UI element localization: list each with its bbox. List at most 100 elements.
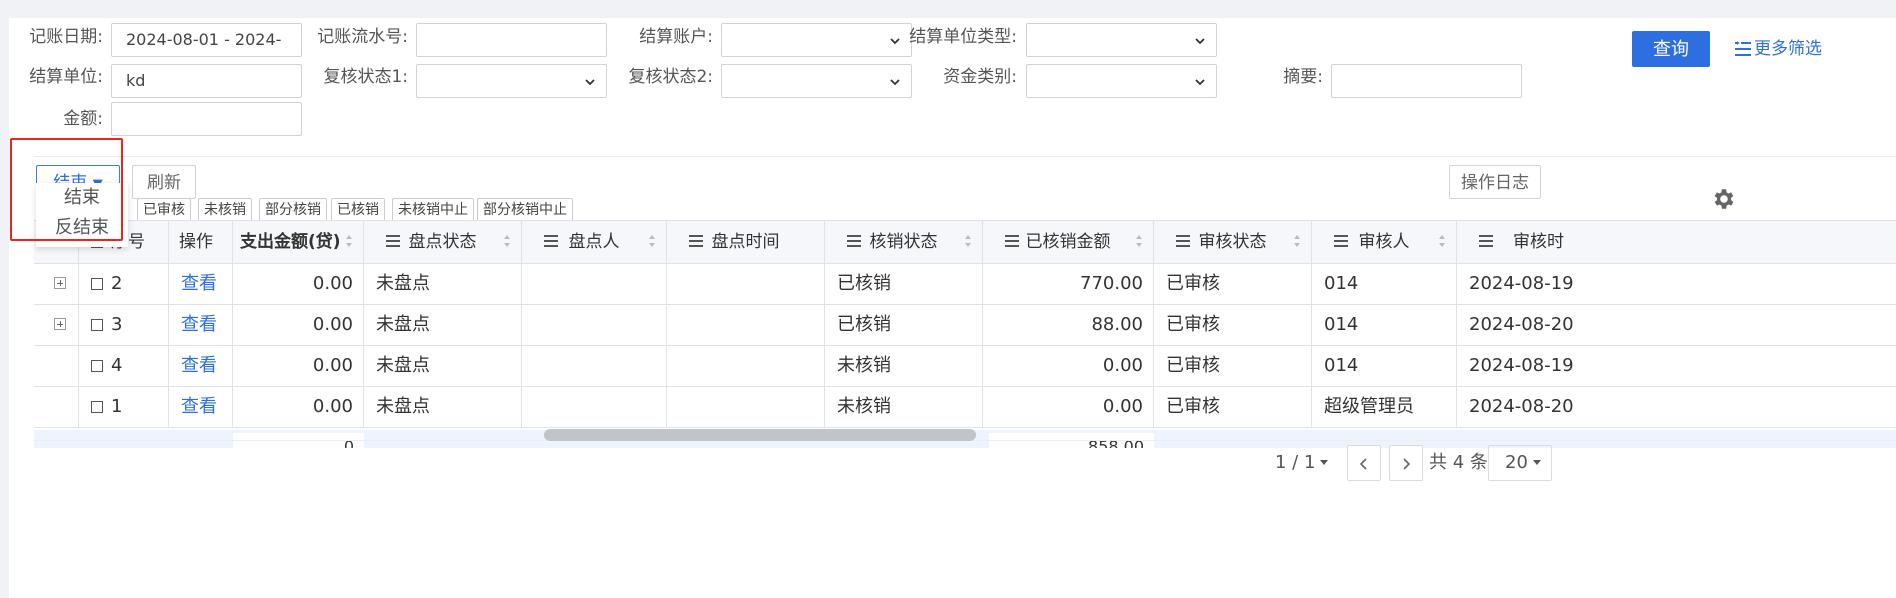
header-wo-amount[interactable]: 已核销金额	[983, 221, 1154, 263]
column-menu-icon[interactable]	[1334, 235, 1348, 247]
tag-written-off[interactable]: 已核销	[331, 198, 385, 222]
table-row[interactable]: 4 查看 0.00 未盘点 未核销 0.00 已审核 014 2024-08-1…	[34, 346, 1896, 387]
expand-icon[interactable]	[54, 318, 66, 330]
tag-audited[interactable]: 已审核	[137, 198, 191, 222]
page-size-label: 20	[1505, 452, 1528, 473]
chevron-down-icon	[1195, 79, 1205, 86]
tag-not-written-off[interactable]: 未核销	[198, 198, 252, 222]
auditor-cell: 014	[1312, 346, 1457, 386]
seq-value: 2	[111, 273, 123, 294]
column-menu-icon[interactable]	[1005, 235, 1019, 247]
sort-icon[interactable]	[1135, 234, 1143, 248]
header-amount-label: 支出金额(贷)	[240, 232, 341, 252]
page-size-select[interactable]: 20	[1488, 445, 1552, 481]
sort-icon[interactable]	[1438, 234, 1446, 248]
seq-cell: 3	[79, 305, 169, 345]
view-link[interactable]: 查看	[169, 305, 233, 345]
review2-select[interactable]	[721, 64, 912, 98]
sort-icon[interactable]	[964, 234, 972, 248]
wo-amount-cell: 0.00	[983, 387, 1154, 427]
more-filter-link[interactable]: 更多筛选	[1734, 34, 1822, 64]
audit-status-cell: 已审核	[1154, 346, 1312, 386]
data-table: 序号 操作 支出金额(贷) 盘点状态 盘点人 盘点时间 核销状态 已核销金额 审…	[34, 220, 1896, 448]
header-auditor[interactable]: 审核人	[1312, 221, 1457, 263]
serial-no-label: 记账流水号:	[317, 27, 408, 47]
amount-input[interactable]	[111, 102, 302, 136]
posting-date-input[interactable]: 2024-08-01 - 2024-08-31	[111, 23, 302, 81]
column-menu-icon[interactable]	[544, 235, 558, 247]
table-row[interactable]: 3 查看 0.00 未盘点 已核销 88.00 已审核 014 2024-08-…	[34, 305, 1896, 346]
expand-icon[interactable]	[54, 277, 66, 289]
stock-time-cell	[667, 387, 825, 427]
audit-status-cell: 已审核	[1154, 387, 1312, 427]
row-checkbox[interactable]	[91, 360, 103, 372]
amount-cell: 0.00	[233, 346, 364, 386]
page-indicator-label: 1 / 1	[1275, 452, 1316, 473]
column-menu-icon[interactable]	[386, 235, 400, 247]
tag-partial-written-off[interactable]: 部分核销	[259, 198, 327, 222]
column-menu-icon[interactable]	[1176, 235, 1190, 247]
sort-icon[interactable]	[1293, 234, 1301, 248]
caret-down-icon	[1532, 460, 1541, 465]
wo-status-cell: 未核销	[825, 346, 983, 386]
header-audit-time-label: 审核时	[1513, 232, 1564, 252]
chevron-down-icon	[890, 38, 900, 45]
view-link[interactable]: 查看	[169, 346, 233, 386]
stock-person-cell	[522, 387, 667, 427]
seq-cell: 1	[79, 387, 169, 427]
header-stock-status[interactable]: 盘点状态	[364, 221, 522, 263]
view-link[interactable]: 查看	[169, 264, 233, 304]
header-audit-status[interactable]: 审核状态	[1154, 221, 1312, 263]
view-link[interactable]: 查看	[169, 387, 233, 427]
tag-not-written-off-stopped[interactable]: 未核销中止	[392, 198, 474, 222]
column-menu-icon[interactable]	[847, 235, 861, 247]
header-stock-status-label: 盘点状态	[408, 232, 477, 252]
row-checkbox[interactable]	[91, 401, 103, 413]
gear-icon[interactable]	[1710, 186, 1736, 212]
stock-person-cell	[522, 305, 667, 345]
stock-status-cell: 未盘点	[364, 264, 522, 304]
sort-icon[interactable]	[345, 234, 353, 248]
chevron-down-icon	[585, 79, 595, 86]
sort-icon[interactable]	[503, 234, 511, 248]
next-page-button[interactable]	[1389, 445, 1423, 481]
column-menu-icon[interactable]	[1479, 235, 1493, 247]
summary-input[interactable]	[1331, 64, 1522, 98]
stock-time-cell	[667, 346, 825, 386]
header-audit-time[interactable]: 审核时	[1457, 221, 1617, 263]
table-row[interactable]: 1 查看 0.00 未盘点 未核销 0.00 已审核 超级管理员 2024-08…	[34, 387, 1896, 428]
tag-partial-written-off-stopped[interactable]: 部分核销中止	[477, 198, 573, 222]
chevron-left-icon	[1359, 458, 1367, 470]
page-indicator[interactable]: 1 / 1	[1275, 445, 1329, 481]
row-checkbox[interactable]	[91, 278, 103, 290]
stock-status-cell: 未盘点	[364, 387, 522, 427]
review1-label: 复核状态1:	[323, 67, 408, 87]
query-button[interactable]: 查询	[1632, 31, 1710, 67]
sort-icon[interactable]	[648, 234, 656, 248]
column-menu-icon[interactable]	[689, 235, 703, 247]
audit-time-cell: 2024-08-19	[1469, 355, 1574, 376]
table-row[interactable]: 2 查看 0.00 未盘点 已核销 770.00 已审核 014 2024-08…	[34, 264, 1896, 305]
seq-value: 1	[111, 396, 123, 417]
more-filter-label: 更多筛选	[1754, 39, 1822, 59]
header-stock-person[interactable]: 盘点人	[522, 221, 667, 263]
audit-status-cell: 已审核	[1154, 305, 1312, 345]
review1-select[interactable]	[416, 64, 607, 98]
chevron-down-icon	[1195, 38, 1205, 45]
header-amount[interactable]: 支出金额(贷)	[233, 221, 364, 263]
unit-type-select[interactable]	[1026, 23, 1217, 57]
settle-unit-input[interactable]: kd	[111, 64, 302, 98]
fund-type-select[interactable]	[1026, 64, 1217, 98]
settle-account-select[interactable]	[721, 23, 912, 57]
refresh-button[interactable]: 刷新	[132, 165, 196, 199]
row-checkbox[interactable]	[91, 319, 103, 331]
header-wo-status[interactable]: 核销状态	[825, 221, 983, 263]
filter-list-icon	[1735, 41, 1751, 56]
serial-no-input[interactable]	[416, 23, 607, 57]
stock-status-cell: 未盘点	[364, 346, 522, 386]
operation-log-button[interactable]: 操作日志	[1449, 165, 1541, 199]
header-stock-time[interactable]: 盘点时间	[667, 221, 825, 263]
horizontal-scrollbar[interactable]	[544, 429, 976, 441]
prev-page-button[interactable]	[1347, 445, 1381, 481]
header-audit-status-label: 审核状态	[1198, 232, 1267, 252]
